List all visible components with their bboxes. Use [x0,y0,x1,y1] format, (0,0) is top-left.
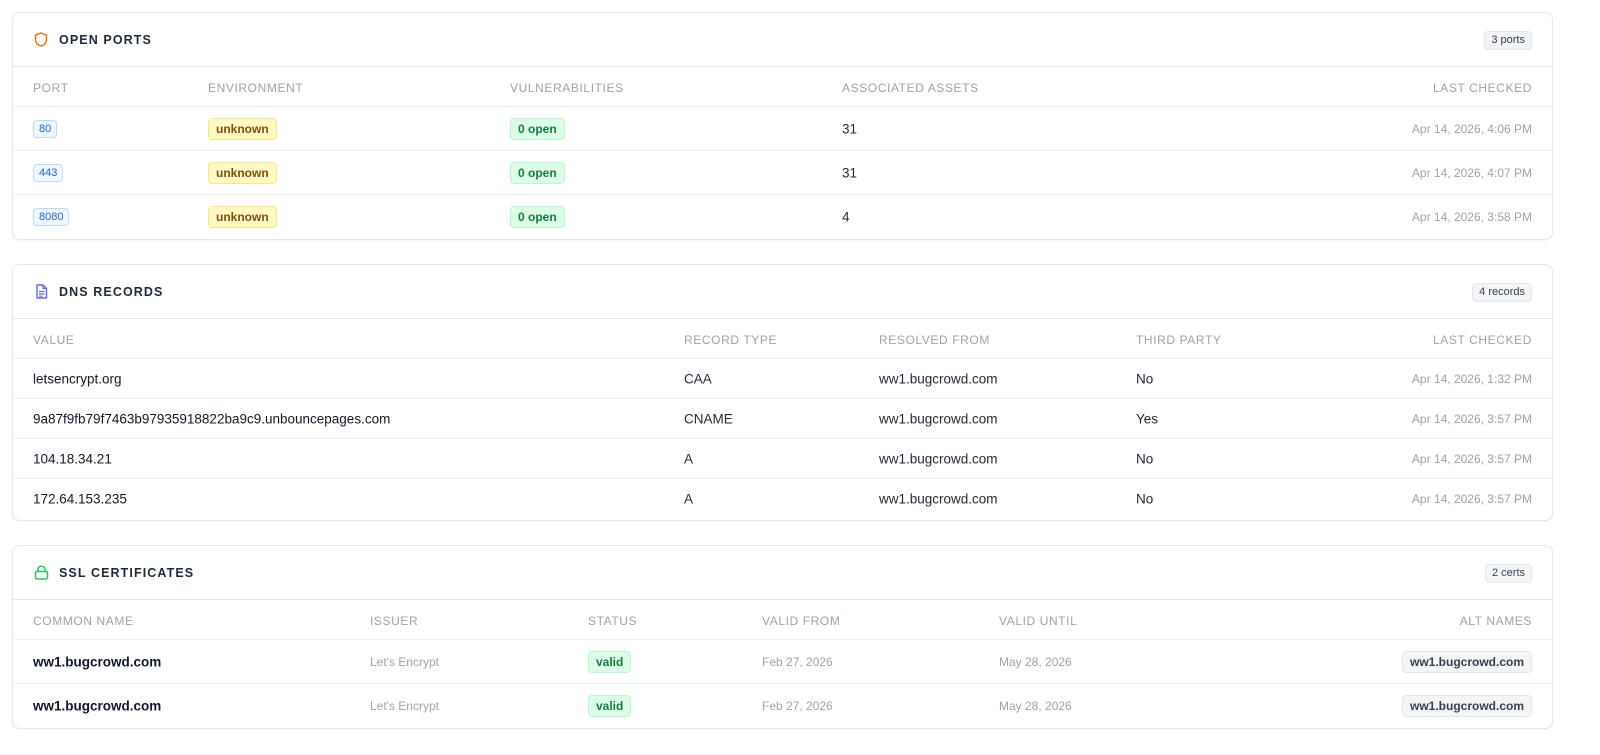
dns-value: 104.18.34.21 [33,451,112,466]
column-header-issuer[interactable]: ISSUER [370,614,418,628]
count-badge: 2 certs [1484,564,1532,583]
dns-value: 9a87f9fb79f7463b97935918822ba9c9.unbounc… [33,411,391,426]
record-type: A [684,451,694,466]
alt-name-badge: ww1.bugcrowd.com [1401,695,1532,717]
third-party: Yes [1136,411,1159,426]
last-checked: Apr 14, 2026, 3:57 PM [1411,411,1532,426]
common-name: ww1.bugcrowd.com [33,654,162,669]
third-party: No [1136,491,1154,507]
table-row[interactable]: 172.64.153.235 A ww1.bugcrowd.com No Apr… [13,479,1552,519]
count-badge: 4 records [1472,283,1532,302]
column-header-resolved-from[interactable]: RESOLVED FROM [879,333,990,347]
associated-assets-count: 31 [842,165,858,180]
resolved-from: ww1.bugcrowd.com [879,371,998,386]
column-header-third-party[interactable]: THIRD PARTY [1136,333,1222,347]
environment-badge: unknown [208,161,277,184]
resolved-from: ww1.bugcrowd.com [879,491,998,507]
shield-icon [33,32,49,48]
associated-assets-count: 31 [842,121,858,136]
last-checked: Apr 14, 2026, 4:07 PM [1411,165,1532,180]
third-party: No [1136,371,1154,386]
record-type: A [684,491,694,507]
section-title: OPEN PORTS [59,32,152,47]
associated-assets-count: 4 [842,209,850,225]
table-row[interactable]: ww1.bugcrowd.com Let's Encrypt valid Feb… [13,684,1552,728]
valid-until: May 28, 2026 [999,654,1072,669]
count-badge: 3 ports [1484,31,1532,50]
table-header: VALUE RECORD TYPE RESOLVED FROM THIRD PA… [13,319,1552,359]
resolved-from: ww1.bugcrowd.com [879,411,998,426]
column-header-status[interactable]: STATUS [588,614,637,628]
open-ports-card: OPEN PORTS 3 ports PORT ENVIRONMENT VULN… [12,12,1553,240]
table-row[interactable]: 80 unknown 0 open 31 Apr 14, 2026, 4:06 … [13,107,1552,151]
column-header-last-checked[interactable]: LAST CHECKED [1433,81,1532,95]
environment-badge: unknown [208,206,277,228]
last-checked: Apr 14, 2026, 4:06 PM [1411,121,1532,136]
resolved-from: ww1.bugcrowd.com [879,451,998,466]
table-row[interactable]: letsencrypt.org CAA ww1.bugcrowd.com No … [13,359,1552,399]
column-header-associated-assets[interactable]: ASSOCIATED ASSETS [842,81,979,95]
vulnerabilities-badge[interactable]: 0 open [510,117,565,140]
port-badge[interactable]: 8080 [33,208,70,226]
port-badge[interactable]: 443 [33,163,64,182]
dns-records-header: DNS RECORDS 4 records [13,265,1552,319]
issuer: Let's Encrypt [370,699,439,713]
last-checked: Apr 14, 2026, 1:32 PM [1411,371,1532,386]
dns-value: 172.64.153.235 [33,491,127,507]
column-header-common-name[interactable]: COMMON NAME [33,614,134,628]
column-header-valid-until[interactable]: VALID UNTIL [999,614,1077,628]
issuer: Let's Encrypt [370,654,439,669]
column-header-vulnerabilities[interactable]: VULNERABILITIES [510,81,624,95]
record-type: CAA [684,371,712,386]
record-type: CNAME [684,411,733,426]
status-badge: valid [588,650,632,673]
table-header: COMMON NAME ISSUER STATUS VALID FROM VAL… [13,600,1552,640]
last-checked: Apr 14, 2026, 3:57 PM [1411,492,1532,506]
last-checked: Apr 14, 2026, 3:58 PM [1411,210,1532,224]
table-row[interactable]: 104.18.34.21 A ww1.bugcrowd.com No Apr 1… [13,439,1552,479]
lock-icon [33,565,49,581]
vulnerabilities-badge[interactable]: 0 open [510,206,565,228]
dns-records-card: DNS RECORDS 4 records VALUE RECORD TYPE … [12,264,1553,521]
column-header-value[interactable]: VALUE [33,333,74,347]
valid-from: Feb 27, 2026 [762,654,833,669]
column-header-port[interactable]: PORT [33,81,69,95]
dns-value: letsencrypt.org [33,371,122,386]
valid-from: Feb 27, 2026 [762,699,833,713]
column-header-last-checked[interactable]: LAST CHECKED [1433,333,1532,347]
column-header-alt-names[interactable]: ALT NAMES [1460,614,1532,628]
column-header-valid-from[interactable]: VALID FROM [762,614,840,628]
table-row[interactable]: 9a87f9fb79f7463b97935918822ba9c9.unbounc… [13,399,1552,439]
table-row[interactable]: ww1.bugcrowd.com Let's Encrypt valid Feb… [13,640,1552,684]
ssl-certificates-card: SSL CERTIFICATES 2 certs COMMON NAME ISS… [12,545,1553,729]
vulnerabilities-badge[interactable]: 0 open [510,161,565,184]
third-party: No [1136,451,1154,466]
alt-name-badge: ww1.bugcrowd.com [1401,650,1532,673]
table-row[interactable]: 8080 unknown 0 open 4 Apr 14, 2026, 3:58… [13,195,1552,239]
environment-badge: unknown [208,117,277,140]
port-badge[interactable]: 80 [33,119,58,138]
ssl-certificates-header: SSL CERTIFICATES 2 certs [13,546,1552,600]
status-badge: valid [588,695,632,717]
section-title: SSL CERTIFICATES [59,565,195,580]
table-row[interactable]: 443 unknown 0 open 31 Apr 14, 2026, 4:07… [13,151,1552,195]
open-ports-header: OPEN PORTS 3 ports [13,13,1552,67]
column-header-environment[interactable]: ENVIRONMENT [208,81,303,95]
last-checked: Apr 14, 2026, 3:57 PM [1411,451,1532,466]
column-header-record-type[interactable]: RECORD TYPE [684,333,777,347]
document-icon [33,284,49,300]
common-name: ww1.bugcrowd.com [33,698,162,714]
section-title: DNS RECORDS [59,284,164,299]
valid-until: May 28, 2026 [999,699,1072,713]
table-header: PORT ENVIRONMENT VULNERABILITIES ASSOCIA… [13,67,1552,107]
